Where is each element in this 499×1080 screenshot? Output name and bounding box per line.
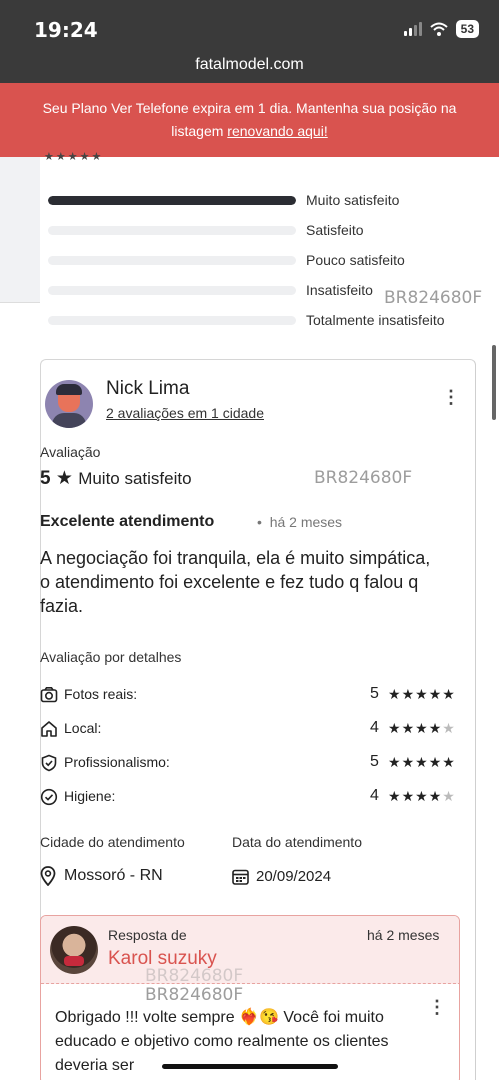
rating-label: Avaliação (40, 444, 101, 460)
star-icon: ★ (401, 754, 416, 770)
distribution-bar (48, 316, 296, 325)
date-label: Data do atendimento (232, 834, 362, 850)
status-bar: 19:24 53 (0, 0, 499, 50)
star-icon: ★ (388, 686, 402, 702)
distribution-bar (48, 196, 296, 205)
star-icon: ★ (415, 788, 429, 804)
distribution-label: Satisfeito (306, 222, 364, 238)
watermark: BR824680F (384, 288, 483, 308)
detail-stars: ★★★★★ (388, 754, 456, 771)
star-icon: ★ (442, 754, 456, 770)
star-icon: ★ (388, 788, 402, 804)
url-bar[interactable]: fatalmodel.com (0, 50, 499, 83)
star-icon: ★ (401, 686, 416, 702)
detail-row: Profissionalismo: 5 ★★★★★ (40, 752, 460, 776)
star-icon: ★ (442, 788, 456, 804)
star-icon: ★ (401, 720, 416, 736)
detail-stars: ★★★★★ (388, 720, 456, 737)
detail-stars: ★★★★★ (388, 788, 456, 805)
reply-more-icon[interactable]: ⋮ (428, 998, 446, 1016)
rating-text: Muito satisfeito (78, 469, 192, 488)
star-icon: ★ (415, 720, 429, 736)
review-title: Excelente atendimento (40, 513, 215, 530)
plan-expiry-banner: Seu Plano Ver Telefone expira em 1 dia. … (0, 83, 499, 157)
shield-check-icon (41, 754, 57, 772)
star-icon: ★ (442, 720, 456, 736)
detail-value: 5 (370, 685, 379, 702)
distribution-row: Satisfeito (48, 218, 488, 248)
detail-row: Higiene: 4 ★★★★★ (40, 786, 460, 810)
reviewer-reviews-link[interactable]: 2 avaliações em 1 cidade (106, 405, 264, 421)
star-icon: ★ (401, 788, 416, 804)
battery-icon: 53 (455, 20, 479, 38)
city-value: Mossoró - RN (64, 867, 163, 884)
star-icon: ★ (388, 754, 402, 770)
detail-name: Local: (64, 720, 102, 736)
partial-stars: ★★★★★ (44, 151, 104, 163)
detail-name: Fotos reais: (64, 686, 138, 702)
detail-name: Profissionalismo: (64, 754, 170, 770)
status-time: 19:24 (34, 18, 98, 42)
reply-time: há 2 meses (367, 927, 440, 943)
star-icon: ★ (428, 754, 443, 770)
replier-avatar (50, 926, 98, 974)
details-label: Avaliação por detalhes (40, 649, 182, 665)
review-more-icon[interactable]: ⋮ (442, 388, 460, 406)
reviewer-name: Nick Lima (106, 378, 190, 399)
detail-value: 4 (370, 719, 379, 736)
date-value: 20/09/2024 (256, 868, 332, 885)
star-icon: ★ (428, 720, 443, 736)
star-icon: ★ (428, 686, 443, 702)
reply-label: Resposta de (108, 927, 187, 943)
distribution-fill (48, 196, 296, 205)
detail-row: Local: 4 ★★★★★ (40, 718, 460, 742)
detail-stars: ★★★★★ (388, 686, 456, 703)
watermark: BR824680F (145, 985, 244, 1005)
distribution-label: Totalmente insatisfeito (306, 312, 445, 328)
renew-link[interactable]: renovando aqui! (227, 123, 327, 139)
watermark: BR824680F (145, 966, 244, 986)
home-indicator[interactable] (162, 1064, 338, 1069)
location-pin-icon (40, 866, 56, 886)
rating-distribution: Muito satisfeito Satisfeito Pouco satisfei… (48, 188, 488, 338)
star-icon: ★ (415, 686, 429, 702)
home-icon (41, 721, 57, 737)
overall-rating: 5 ★ Muito satisfeito (40, 467, 192, 490)
distribution-label: Insatisfeito (306, 282, 373, 298)
distribution-row: Totalmente insatisfeito (48, 308, 488, 338)
distribution-bar (48, 226, 296, 235)
distribution-label: Pouco satisfeito (306, 252, 405, 268)
check-circle-icon (40, 788, 58, 806)
detail-row: Fotos reais: 5 ★★★★★ (40, 684, 460, 708)
calendar-icon (232, 869, 249, 885)
star-icon: ★ (428, 788, 443, 804)
rating-value: 5 (40, 468, 51, 489)
review-time: • há 2 meses (257, 514, 343, 530)
left-panel-edge (0, 157, 40, 303)
review-body: A negociação foi tranquila, ela é muito … (40, 548, 431, 616)
watermark: BR824680F (314, 468, 413, 488)
distribution-row: Pouco satisfeito (48, 248, 488, 278)
camera-icon (40, 687, 58, 703)
distribution-bar (48, 256, 296, 265)
star-icon: ★ (442, 686, 456, 702)
city-label: Cidade do atendimento (40, 834, 185, 850)
scrollbar[interactable] (492, 345, 496, 420)
detail-value: 4 (370, 787, 379, 804)
distribution-label: Muito satisfeito (306, 192, 400, 208)
star-icon: ★ (415, 754, 429, 770)
distribution-bar (48, 286, 296, 295)
status-icons: 53 (403, 20, 479, 38)
star-icon: ★ (55, 468, 73, 489)
detail-name: Higiene: (64, 788, 116, 804)
star-icon: ★ (388, 720, 402, 736)
detail-value: 5 (370, 753, 379, 770)
wifi-icon (429, 22, 448, 36)
reviewer-avatar (45, 380, 93, 428)
signal-icon (403, 22, 422, 36)
distribution-row: Muito satisfeito (48, 188, 488, 218)
